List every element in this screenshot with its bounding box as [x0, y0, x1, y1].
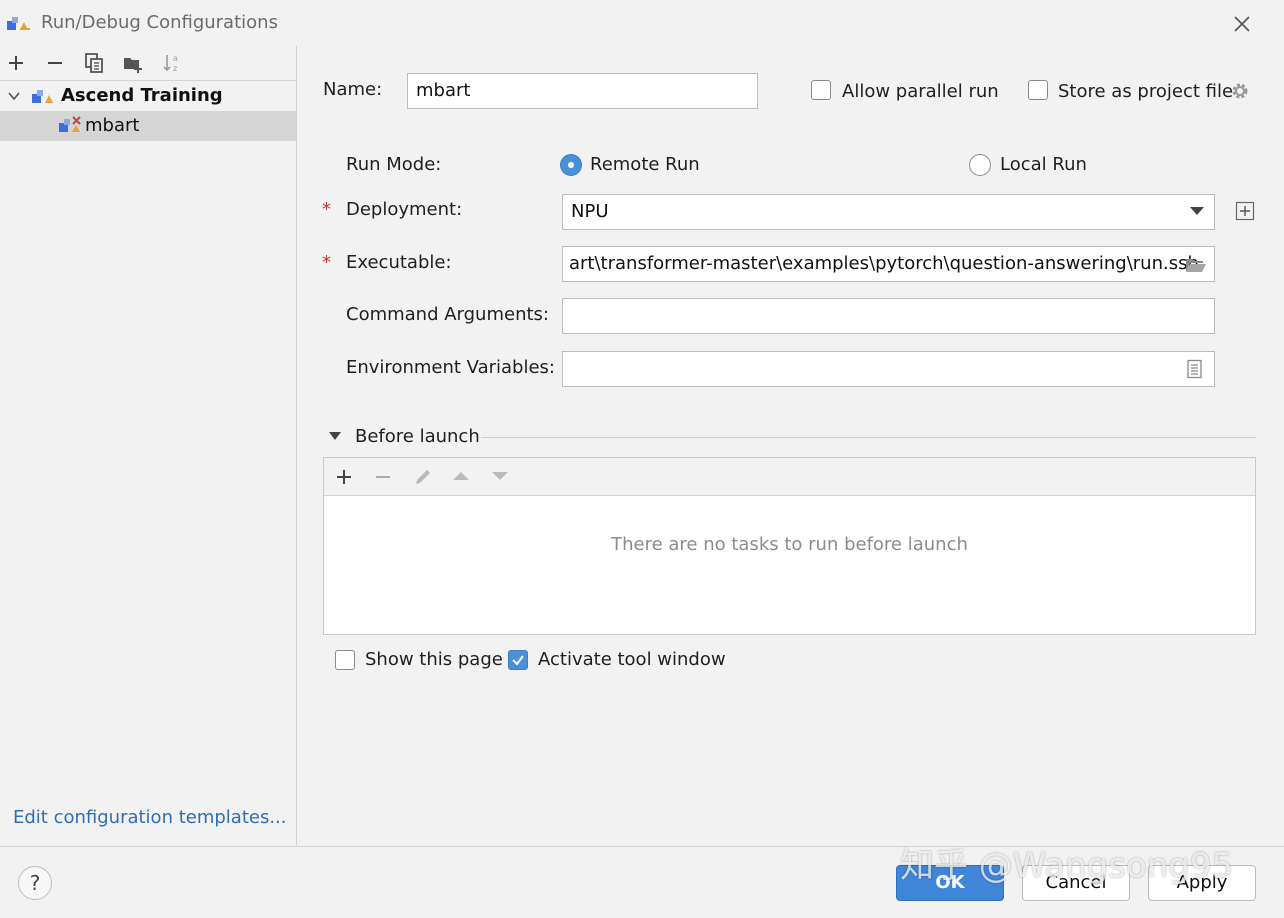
edit-templates-link[interactable]: Edit configuration templates...	[13, 807, 287, 828]
store-project-checkbox[interactable]	[1028, 80, 1048, 100]
checkmark-icon	[512, 655, 524, 666]
activate-tool-label: Activate tool window	[538, 649, 726, 670]
move-down-icon[interactable]	[490, 468, 510, 484]
executable-input[interactable]: art\transformer-master\examples\pytorch\…	[562, 246, 1215, 282]
minus-icon[interactable]	[44, 52, 66, 74]
collapse-triangle-icon[interactable]	[327, 430, 343, 442]
show-page-checkbox[interactable]	[335, 650, 355, 670]
close-icon[interactable]	[1228, 10, 1256, 38]
tree-item-mbart[interactable]	[0, 111, 296, 141]
before-launch-title: Before launch	[355, 426, 480, 447]
window-title: Run/Debug Configurations	[41, 12, 278, 33]
command-args-input[interactable]	[562, 298, 1215, 334]
executable-label: Executable:	[346, 252, 452, 273]
activate-tool-checkbox[interactable]	[508, 650, 528, 670]
local-run-label: Local Run	[1000, 154, 1087, 175]
deployment-value: NPU	[571, 201, 609, 222]
tree-separator	[0, 80, 296, 81]
configuration-tree-panel	[0, 46, 297, 846]
env-vars-label: Environment Variables:	[346, 357, 555, 378]
title-bar: Run/Debug Configurations	[0, 0, 1284, 46]
before-launch-divider	[481, 437, 1256, 438]
copy-icon[interactable]	[83, 52, 105, 74]
required-marker: *	[322, 252, 331, 273]
ascend-group-icon	[32, 90, 53, 103]
move-up-icon[interactable]	[451, 468, 471, 484]
command-args-label: Command Arguments:	[346, 304, 549, 325]
empty-tasks-message: There are no tasks to run before launch	[611, 534, 968, 555]
watermark: 知乎 @Wangsong95	[900, 846, 1234, 886]
chevron-down-icon[interactable]	[6, 88, 22, 104]
deployment-select[interactable]: NPU	[562, 194, 1215, 230]
remote-run-label: Remote Run	[590, 154, 700, 175]
svg-text:z: z	[173, 64, 177, 73]
minus-icon[interactable]	[373, 467, 393, 487]
add-deployment-icon[interactable]	[1235, 201, 1255, 221]
local-run-radio[interactable]	[969, 154, 991, 176]
store-project-label: Store as project file	[1058, 81, 1234, 102]
folder-open-icon[interactable]	[1184, 255, 1208, 275]
allow-parallel-checkbox[interactable]	[811, 80, 831, 100]
name-input[interactable]: mbart	[407, 73, 758, 109]
deployment-label: Deployment:	[346, 199, 463, 220]
allow-parallel-label: Allow parallel run	[842, 81, 999, 102]
env-vars-input[interactable]	[562, 351, 1215, 387]
show-page-label: Show this page	[365, 649, 503, 670]
plus-icon[interactable]	[334, 467, 354, 487]
remote-run-radio[interactable]	[560, 154, 582, 176]
name-label: Name:	[323, 79, 383, 100]
document-icon[interactable]	[1186, 359, 1204, 379]
app-icon	[7, 17, 30, 30]
tree-group-label: Ascend Training	[61, 85, 223, 106]
pencil-icon[interactable]	[412, 466, 434, 488]
required-marker: *	[322, 199, 331, 220]
gear-icon[interactable]	[1229, 80, 1251, 102]
sort-alpha-icon[interactable]: a z	[161, 52, 183, 74]
tree-item-label: mbart	[85, 115, 140, 136]
help-button[interactable]: ?	[18, 866, 52, 900]
svg-text:a: a	[173, 54, 178, 63]
run-mode-label: Run Mode:	[346, 154, 442, 175]
chevron-down-icon[interactable]	[1187, 204, 1207, 218]
config-error-icon	[59, 116, 81, 132]
plus-icon[interactable]	[5, 52, 27, 74]
new-folder-icon[interactable]	[122, 52, 144, 74]
